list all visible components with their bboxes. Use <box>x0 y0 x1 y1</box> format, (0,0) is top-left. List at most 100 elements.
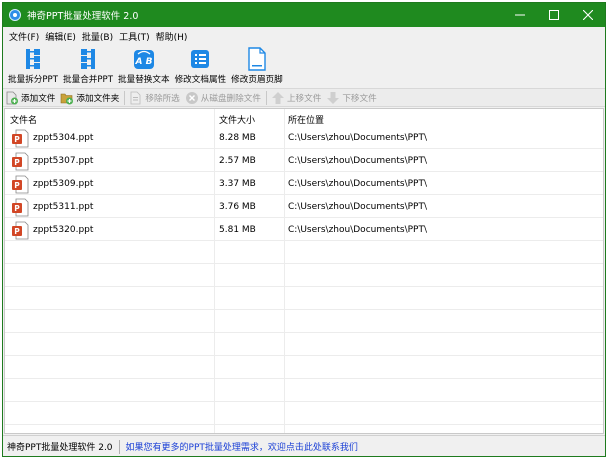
batch-merge-label: 批量合并PPT <box>63 75 113 85</box>
add-file-label: 添加文件 <box>21 93 56 104</box>
file-size: 3.76 MB <box>219 202 256 212</box>
svg-text:P: P <box>14 204 20 213</box>
empty-row <box>5 311 603 333</box>
file-size: 8.28 MB <box>219 133 256 143</box>
svg-text:A B: A B <box>134 57 152 67</box>
minimize-button[interactable] <box>503 3 537 27</box>
delete-from-disk-button[interactable]: 从磁盘删除文件 <box>185 91 261 105</box>
ppt-file-icon: P <box>11 129 29 148</box>
file-location: C:\Users\zhou\Documents\PPT\ <box>288 225 427 235</box>
status-app-name: 神奇PPT批量处理软件 2.0 <box>7 443 113 453</box>
document-properties-icon <box>188 47 212 71</box>
header-footer-icon <box>245 47 269 71</box>
main-toolbar: 批量拆分PPT 批量合并PPT A B 批量替换文本 修改文档属性 修改页眉页脚 <box>3 45 605 87</box>
batch-split-label: 批量拆分PPT <box>8 75 58 85</box>
menu-help[interactable]: 帮助(H) <box>153 30 191 43</box>
file-size: 3.37 MB <box>219 179 256 189</box>
edit-header-footer-button[interactable]: 修改页眉页脚 <box>229 45 285 85</box>
app-logo-icon <box>9 9 21 21</box>
edit-doc-properties-label: 修改文档属性 <box>174 75 227 85</box>
contact-us-link[interactable]: 如果您有更多的PPT批量处理需求，欢迎点击此处联系我们 <box>126 440 358 453</box>
remove-selected-button[interactable]: 移除所选 <box>129 91 180 105</box>
empty-row <box>5 403 603 425</box>
toolbar-separator <box>124 90 126 105</box>
ppt-file-icon: P <box>11 152 29 171</box>
edit-header-footer-label: 修改页眉页脚 <box>231 75 283 85</box>
move-down-button[interactable]: 下移文件 <box>326 91 377 105</box>
file-list[interactable]: 文件名 文件大小 所在位置 P zppt5304.ppt 8.28 MB C:\… <box>4 108 604 434</box>
empty-row <box>5 242 603 264</box>
empty-row <box>5 265 603 287</box>
table-row[interactable]: P zppt5304.ppt 8.28 MB C:\Users\zhou\Doc… <box>5 127 603 149</box>
app-window: 神奇PPT批量处理软件 2.0 文件(F) 编辑(E) 批量(B) 工具(T) … <box>2 2 606 457</box>
file-size: 5.81 MB <box>219 225 256 235</box>
empty-row <box>5 380 603 402</box>
remove-selected-icon <box>129 91 143 105</box>
table-row[interactable]: P zppt5309.ppt 3.37 MB C:\Users\zhou\Doc… <box>5 173 603 195</box>
add-file-button[interactable]: 添加文件 <box>5 91 55 105</box>
ppt-file-icon: P <box>11 175 29 194</box>
move-up-button[interactable]: 上移文件 <box>271 91 321 105</box>
file-location: C:\Users\zhou\Documents\PPT\ <box>288 179 427 189</box>
batch-split-button[interactable]: 批量拆分PPT <box>6 45 60 85</box>
move-up-icon <box>271 91 285 105</box>
column-header-location[interactable]: 所在位置 <box>288 113 324 126</box>
column-header-filename[interactable]: 文件名 <box>10 113 37 126</box>
menu-tools[interactable]: 工具(T) <box>116 30 153 43</box>
batch-merge-button[interactable]: 批量合并PPT <box>61 45 115 85</box>
svg-text:P: P <box>14 135 20 144</box>
file-location: C:\Users\zhou\Documents\PPT\ <box>288 202 427 212</box>
table-row[interactable]: P zppt5307.ppt 2.57 MB C:\Users\zhou\Doc… <box>5 150 603 172</box>
file-name: zppt5309.ppt <box>33 179 94 189</box>
file-location: C:\Users\zhou\Documents\PPT\ <box>288 156 427 166</box>
close-button[interactable] <box>571 3 605 27</box>
svg-text:P: P <box>14 227 20 236</box>
move-down-label: 下移文件 <box>342 93 377 104</box>
file-toolbar: 添加文件 添加文件夹 移除所选 从磁盘删除文件 上移文件 下移文件 <box>3 88 605 107</box>
add-folder-button[interactable]: 添加文件夹 <box>60 91 119 105</box>
move-down-icon <box>326 91 340 105</box>
split-icon <box>21 47 45 71</box>
status-separator <box>118 439 120 454</box>
list-header: 文件名 文件大小 所在位置 <box>5 109 603 127</box>
empty-row <box>5 334 603 356</box>
svg-text:P: P <box>14 181 20 190</box>
menu-edit[interactable]: 编辑(E) <box>42 30 79 43</box>
empty-row <box>5 288 603 310</box>
add-file-icon <box>5 91 19 105</box>
merge-icon <box>76 47 100 71</box>
edit-doc-properties-button[interactable]: 修改文档属性 <box>173 45 229 85</box>
file-size: 2.57 MB <box>219 156 256 166</box>
menu-batch[interactable]: 批量(B) <box>79 30 116 43</box>
remove-selected-label: 移除所选 <box>145 93 180 104</box>
file-name: zppt5307.ppt <box>33 156 94 166</box>
move-up-label: 上移文件 <box>286 93 322 104</box>
column-header-size[interactable]: 文件大小 <box>219 113 255 126</box>
toolbar-separator <box>265 90 267 105</box>
table-row[interactable]: P zppt5311.ppt 3.76 MB C:\Users\zhou\Doc… <box>5 196 603 218</box>
table-row[interactable]: P zppt5320.ppt 5.81 MB C:\Users\zhou\Doc… <box>5 219 603 241</box>
ppt-file-icon: P <box>11 198 29 217</box>
batch-replace-text-button[interactable]: A B 批量替换文本 <box>116 45 172 85</box>
title-bar[interactable]: 神奇PPT批量处理软件 2.0 <box>3 3 605 27</box>
add-folder-label: 添加文件夹 <box>76 93 120 104</box>
file-name: zppt5304.ppt <box>33 133 94 143</box>
maximize-button[interactable] <box>537 3 571 27</box>
file-location: C:\Users\zhou\Documents\PPT\ <box>288 133 427 143</box>
batch-replace-text-label: 批量替换文本 <box>118 75 170 85</box>
status-bar: 神奇PPT批量处理软件 2.0 如果您有更多的PPT批量处理需求，欢迎点击此处联… <box>3 435 605 456</box>
add-folder-icon <box>60 91 74 105</box>
menu-file[interactable]: 文件(F) <box>6 30 42 43</box>
svg-text:P: P <box>14 158 20 167</box>
replace-text-icon: A B <box>132 47 156 71</box>
file-name: zppt5320.ppt <box>33 225 94 235</box>
empty-row <box>5 357 603 379</box>
window-title: 神奇PPT批量处理软件 2.0 <box>27 11 139 22</box>
delete-from-disk-label: 从磁盘删除文件 <box>200 93 261 104</box>
ppt-file-icon: P <box>11 221 29 240</box>
menu-bar: 文件(F) 编辑(E) 批量(B) 工具(T) 帮助(H) <box>3 27 605 45</box>
delete-from-disk-icon <box>185 91 199 105</box>
maximize-icon <box>549 10 559 20</box>
close-icon <box>583 10 593 20</box>
window-controls <box>503 3 605 27</box>
